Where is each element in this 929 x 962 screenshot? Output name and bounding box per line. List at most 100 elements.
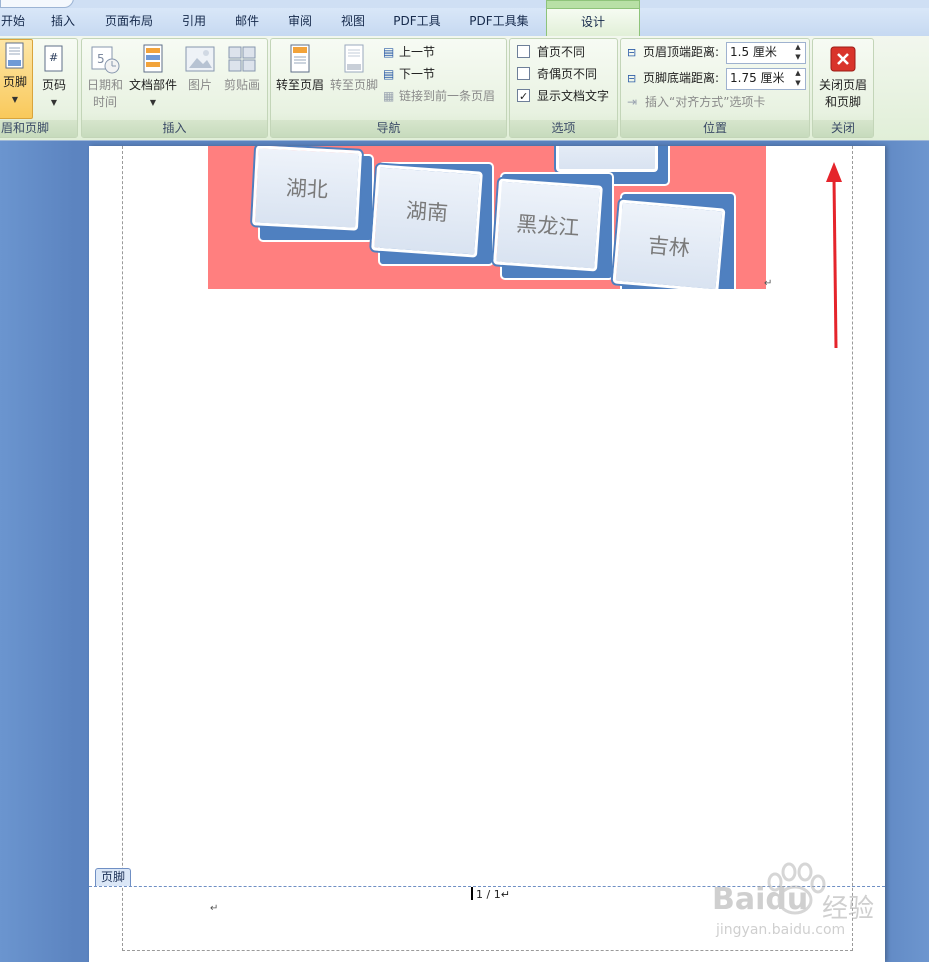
header-distance-row: ⊟ 页眉顶端距离: [627,42,719,62]
quick-access-toolbar[interactable] [0,0,74,8]
tab-page-layout[interactable]: 页面布局 [98,8,160,36]
text-cursor [471,887,473,900]
goto-header-button[interactable]: 转至页眉 [275,43,325,94]
page-number-field[interactable]: 1 / 1↵ [471,886,510,904]
datetime-button[interactable]: 5 日期和 时间 [86,43,124,111]
tab-references[interactable]: 引用 [172,8,216,36]
prev-section-button[interactable]: ▤ 上一节 [383,42,435,62]
block-label-hunan: 湖南 [371,164,483,258]
link-icon: ▦ [383,89,395,103]
close-icon [827,43,859,75]
footer-distance-spinner[interactable]: 1.75 厘米 ▲ ▼ [726,68,806,90]
tab-insert[interactable]: 插入 [40,8,86,36]
group-close: 关闭页眉 和页脚 关闭 [812,38,874,138]
paragraph-mark: ↵ [764,278,773,289]
datetime-label-2: 时间 [92,95,117,109]
odd-even-checkbox[interactable] [517,67,530,80]
next-section-icon: ▤ [383,67,395,81]
group-position: ⊟ 页眉顶端距离: 1.5 厘米 ▲ ▼ ⊟ 页脚底端距离: 1.75 厘米 ▲ ▼… [620,38,810,138]
spin-down-icon[interactable]: ▼ [793,53,803,62]
group-label-options: 选项 [510,120,617,137]
quick-parts-button[interactable]: 文档部件 ▼ [128,43,178,111]
tab-pdf-tools[interactable]: PDF工具 [384,8,450,36]
footer-distance-label: 页脚底端距离: [643,71,720,85]
first-page-checkbox[interactable] [517,45,530,58]
page-number-label: 页码 [41,78,66,92]
align-tab-icon: ⇥ [627,95,638,109]
page-number-button[interactable]: # 页码 ▼ [37,43,71,111]
block-label-heilongjiang: 黑龙江 [493,178,603,272]
quick-parts-label: 文档部件 [128,78,177,92]
spin-up-icon[interactable]: ▲ [793,43,803,52]
tab-view[interactable]: 视图 [332,8,374,36]
block-label-hubei: 湖北 [251,146,363,231]
goto-footer-icon [338,43,370,75]
header-distance-spinner[interactable]: 1.5 厘米 ▲ ▼ [726,42,806,64]
ribbon: 页脚 ▼ # 页码 ▼ 眉和页脚 5 日期和 时间 文档部件 ▼ 图片 剪贴画 … [0,36,929,141]
page-number-text: 1 / 1 [476,888,501,901]
option-first-page[interactable]: 首页不同 [517,42,585,62]
chevron-down-icon: ▼ [50,98,58,107]
group-label-header-footer: 眉和页脚 [0,120,77,137]
tab-review[interactable]: 审阅 [278,8,322,36]
picture-icon [184,43,216,75]
page-number-icon: # [38,43,70,75]
smartart-diagram[interactable]: 湖北 湖南 黑龙江 吉林 [208,146,766,289]
footer-icon [0,40,31,72]
watermark-brand: Baidu [712,882,809,917]
goto-footer-button[interactable]: 转至页脚 [329,43,379,94]
goto-header-icon [284,43,316,75]
tab-pdf-toolset[interactable]: PDF工具集 [460,8,538,36]
group-label-position: 位置 [621,120,809,137]
quick-parts-icon [137,43,169,75]
quick-access-strip [0,0,929,8]
tab-home[interactable]: 开始 [0,8,26,36]
goto-header-label: 转至页眉 [275,78,324,92]
insert-align-tab-button[interactable]: ⇥ 插入“对齐方式”选项卡 [627,92,765,112]
group-navigation: 转至页眉 转至页脚 ▤ 上一节 ▤ 下一节 ▦ 链接到前一条页眉 导航 [270,38,507,138]
group-label-insert: 插入 [82,120,267,137]
picture-label: 图片 [187,78,212,92]
ribbon-tab-bar: 开始 插入 页面布局 引用 邮件 审阅 视图 PDF工具 PDF工具集 设计 [0,0,929,38]
close-header-footer-button[interactable]: 关闭页眉 和页脚 [815,43,871,111]
picture-button[interactable]: 图片 [182,43,218,94]
insert-align-tab-label: 插入“对齐方式”选项卡 [645,95,766,109]
paragraph-mark: ↵ [500,888,510,901]
svg-text:5: 5 [97,52,105,66]
diagram-block-hubei[interactable]: 湖北 [250,146,374,242]
tab-design[interactable]: 设计 [546,8,640,38]
show-text-checkbox[interactable] [517,87,530,107]
footer-button-label: 页脚 [2,75,27,89]
first-page-label: 首页不同 [537,45,586,59]
option-odd-even[interactable]: 奇偶页不同 [517,64,597,84]
close-label-1: 关闭页眉 [818,78,867,92]
odd-even-label: 奇偶页不同 [537,67,598,81]
diagram-block-heilongjiang[interactable]: 黑龙江 [492,168,614,280]
calendar-clock-icon: 5 [89,43,121,75]
watermark-url: jingyan.baidu.com [716,922,846,938]
clip-art-label: 剪贴画 [223,78,260,92]
link-previous-button[interactable]: ▦ 链接到前一条页眉 [383,86,495,106]
footer-paragraph-mark: ↵ [210,903,219,914]
diagram-block-hunan[interactable]: 湖南 [370,156,494,266]
spin-down-icon[interactable]: ▼ [793,79,803,88]
chevron-down-icon: ▼ [11,95,19,104]
group-label-close: 关闭 [813,120,873,137]
show-text-label: 显示文档文字 [537,89,610,103]
footer-button[interactable]: 页脚 ▼ [0,39,33,119]
close-label-2: 和页脚 [824,95,861,109]
diagram-block-jilin[interactable]: 吉林 [612,188,736,289]
footer-distance-row: ⊟ 页脚底端距离: [627,68,719,88]
prev-section-icon: ▤ [383,45,395,59]
header-distance-value: 1.5 厘米 [730,45,777,59]
spin-up-icon[interactable]: ▲ [793,69,803,78]
red-annotation-arrow-icon [826,162,842,349]
datetime-label-1: 日期和 [86,78,123,92]
baidu-watermark: Baidu 经验 jingyan.baidu.com [700,860,900,955]
prev-section-label: 上一节 [399,45,436,59]
clip-art-button[interactable]: 剪贴画 [222,43,262,94]
group-options: 首页不同 奇偶页不同 显示文档文字 选项 [509,38,618,138]
next-section-button[interactable]: ▤ 下一节 [383,64,435,84]
option-show-text[interactable]: 显示文档文字 [517,86,610,107]
tab-mailings[interactable]: 邮件 [226,8,268,36]
